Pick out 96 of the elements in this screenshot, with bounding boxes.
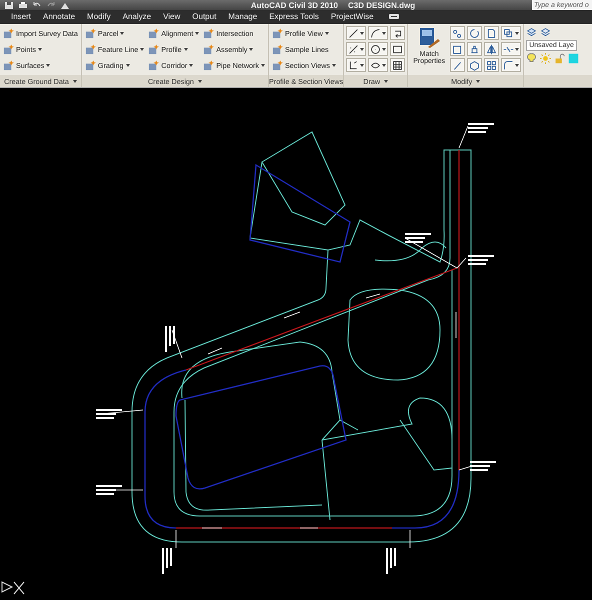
modify-tool-button[interactable] — [467, 26, 482, 40]
rotate-icon — [469, 28, 480, 39]
draw-tool-button[interactable] — [368, 42, 388, 56]
caret-icon — [72, 80, 77, 82]
panel-footer — [524, 75, 592, 87]
draw-tool-button[interactable] — [390, 26, 406, 40]
page-icon — [486, 28, 498, 39]
save-icon[interactable] — [4, 0, 14, 10]
polyline-icon — [348, 60, 360, 71]
caret-icon — [332, 64, 336, 67]
star-badge-icon — [84, 28, 96, 39]
modify-tool-button[interactable] — [501, 42, 522, 56]
modify-tool-button[interactable] — [450, 42, 466, 56]
star-badge-icon — [148, 28, 160, 39]
padlock-icon[interactable] — [554, 52, 566, 64]
modify-tool-button[interactable] — [450, 58, 466, 72]
hatch-icon — [392, 60, 404, 71]
arc-icon — [370, 28, 382, 39]
star-badge-icon — [203, 60, 214, 71]
caret-icon — [140, 48, 144, 51]
mirror-icon — [486, 44, 498, 55]
caret-icon — [324, 32, 329, 35]
document-title: C3D DESIGN.dwg — [348, 0, 416, 10]
ribbon-tab[interactable]: Insert — [5, 12, 38, 22]
stamp-icon — [469, 44, 480, 55]
caret-icon — [184, 48, 188, 51]
draw-tool-button[interactable] — [368, 26, 388, 40]
caret-icon — [384, 80, 388, 82]
overlapping-squares-icon — [503, 28, 514, 39]
caret-icon — [515, 64, 520, 67]
square-icon — [452, 44, 464, 55]
star-badge-icon — [203, 28, 214, 39]
point-icon — [348, 44, 360, 55]
star-badge-icon — [272, 60, 283, 71]
draw-tool-button[interactable] — [346, 26, 366, 40]
layer-stack-icon[interactable] — [540, 26, 552, 38]
modify-tool-button[interactable] — [467, 58, 482, 72]
caret-icon — [515, 48, 520, 51]
caret-icon — [360, 48, 364, 51]
modify-tool-button[interactable] — [484, 58, 500, 72]
caret-icon — [476, 80, 480, 82]
ribbon-tab[interactable]: Output — [186, 12, 222, 22]
brush-on-page-icon — [418, 26, 440, 49]
modify-tool-button[interactable] — [501, 58, 522, 72]
star-badge-icon — [3, 44, 14, 55]
minimize-ribbon-icon[interactable] — [388, 13, 400, 20]
caret-icon — [360, 64, 364, 67]
draw-tool-button[interactable] — [390, 42, 406, 56]
draw-tool-button[interactable] — [390, 58, 406, 72]
ribbon-tab[interactable]: Manage — [222, 12, 264, 22]
caret-icon — [38, 48, 42, 51]
modify-tool-button[interactable] — [484, 26, 500, 40]
modify-tool-button[interactable] — [467, 42, 482, 56]
ribbon-tab[interactable]: Analyze — [116, 12, 158, 22]
layer-stack-icon[interactable] — [526, 26, 538, 38]
print-icon[interactable] — [18, 0, 28, 10]
modify-tool-button[interactable] — [501, 26, 522, 40]
lightbulb-icon[interactable] — [526, 52, 538, 64]
star-badge-icon — [272, 44, 283, 55]
ucs-axis-icon — [2, 582, 24, 594]
draw-tool-button[interactable] — [346, 58, 366, 72]
star-badge-icon — [84, 60, 96, 71]
star-badge-icon — [272, 28, 283, 39]
caret-icon — [382, 32, 386, 35]
modify-tool-button[interactable] — [450, 26, 466, 40]
caret-icon — [249, 48, 254, 51]
star-badge-icon — [84, 44, 96, 55]
caret-icon — [360, 32, 364, 35]
ribbon-tab[interactable]: View — [157, 12, 186, 22]
app-title: AutoCAD Civil 3D 2010 — [250, 0, 338, 10]
caret-icon — [261, 64, 265, 67]
modify-tool-button[interactable] — [484, 42, 500, 56]
caret-icon — [515, 32, 520, 35]
line-icon — [348, 28, 360, 39]
star-badge-icon — [3, 28, 14, 39]
star-badge-icon — [3, 60, 14, 71]
grid-icon — [486, 60, 498, 71]
caret-icon — [189, 64, 194, 67]
ribbon-tab[interactable]: Modify — [81, 12, 117, 22]
draw-tool-button[interactable] — [368, 58, 388, 72]
caret-icon — [198, 80, 202, 82]
caret-icon — [126, 64, 130, 67]
caret-icon — [382, 48, 386, 51]
caret-icon — [382, 64, 386, 67]
ribbon-tab[interactable]: Annotate — [37, 12, 82, 22]
caret-icon — [120, 32, 124, 35]
caret-icon — [46, 64, 50, 67]
star-badge-icon — [203, 44, 214, 55]
star-badge-icon — [148, 60, 160, 71]
draw-tool-button[interactable] — [346, 42, 366, 56]
ribbon-tab[interactable]: ProjectWise — [324, 12, 380, 22]
ribbon-tab[interactable]: Express Tools — [263, 12, 325, 22]
star-badge-icon — [148, 44, 160, 55]
corner-icon — [503, 60, 514, 71]
rectangle-icon — [392, 44, 404, 55]
caret-icon — [195, 32, 200, 35]
